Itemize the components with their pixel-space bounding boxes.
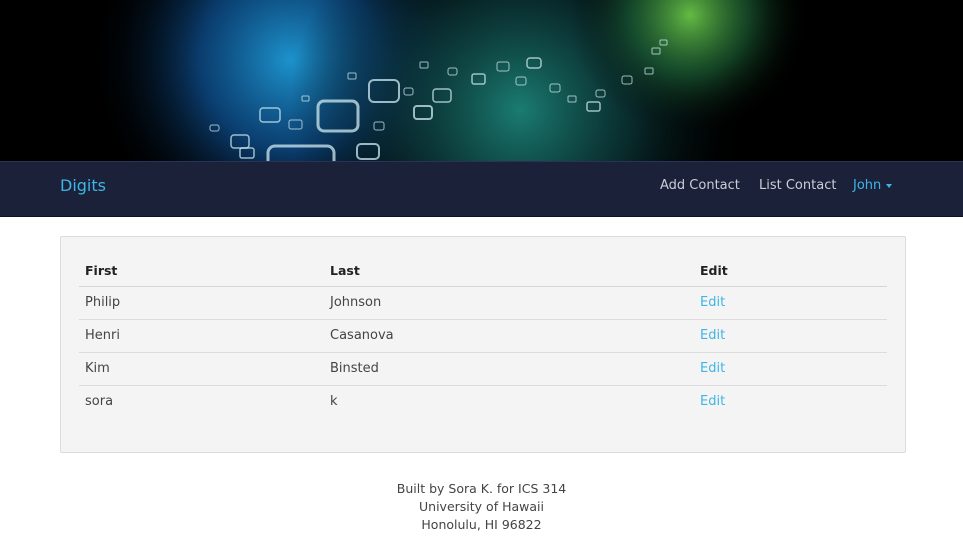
header-banner-image [0, 0, 963, 162]
table-header-row: First Last Edit [79, 255, 887, 287]
footer-credit: Built by Sora K. for ICS 314 [396, 481, 567, 496]
last-name-cell: Casanova [324, 319, 694, 353]
brand-link[interactable]: Digits [60, 176, 106, 195]
table-row: Henri Casanova Edit [79, 319, 887, 353]
column-header-last: Last [324, 255, 694, 287]
edit-link[interactable]: Edit [700, 295, 725, 310]
last-name-cell: Binsted [324, 352, 694, 386]
first-name-cell: Kim [79, 352, 324, 386]
edit-link[interactable]: Edit [700, 361, 725, 376]
page-footer: Built by Sora K. for ICS 314 University … [0, 480, 963, 534]
column-header-first: First [79, 255, 324, 287]
contacts-panel: First Last Edit Philip Johnson Edit Henr… [60, 236, 906, 453]
footer-university: University of Hawaii [419, 499, 544, 514]
table-row: Kim Binsted Edit [79, 352, 887, 386]
top-navbar: Digits Add Contact List Contact John [0, 161, 963, 217]
table-row: Philip Johnson Edit [79, 286, 887, 320]
edit-link[interactable]: Edit [700, 394, 725, 409]
nav-add-contact[interactable]: Add Contact [660, 178, 740, 193]
table-row: sora k Edit [79, 385, 887, 418]
contacts-table: First Last Edit Philip Johnson Edit Henr… [79, 255, 887, 418]
nav-list-contact[interactable]: List Contact [759, 178, 836, 193]
first-name-cell: Philip [79, 286, 324, 320]
first-name-cell: Henri [79, 319, 324, 353]
caret-down-icon [886, 183, 893, 188]
first-name-cell: sora [85, 394, 114, 410]
column-header-edit: Edit [694, 255, 887, 287]
last-name-cell: k [330, 394, 338, 410]
footer-address: Honolulu, HI 96822 [421, 517, 542, 532]
last-name-cell: Johnson [324, 286, 694, 320]
edit-link[interactable]: Edit [700, 328, 725, 343]
user-name: John [853, 178, 882, 193]
user-dropdown[interactable]: John [853, 178, 893, 193]
